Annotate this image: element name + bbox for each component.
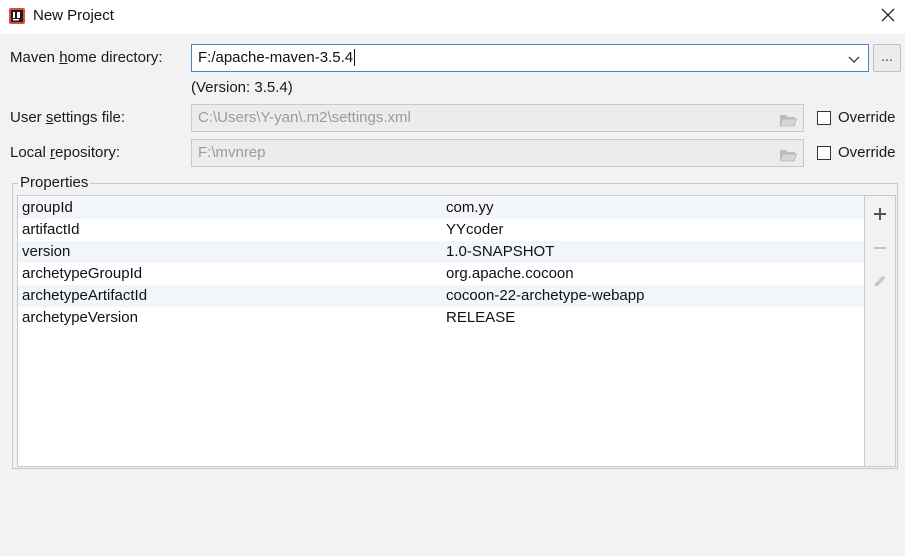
folder-icon[interactable] bbox=[779, 146, 797, 162]
window-title: New Project bbox=[33, 7, 114, 24]
maven-home-value: F:/apache-maven-3.5.4 bbox=[198, 49, 354, 66]
override-repository-checkbox[interactable] bbox=[817, 146, 831, 160]
folder-icon[interactable] bbox=[779, 111, 797, 127]
properties-title: Properties bbox=[18, 174, 91, 191]
property-value: RELEASE bbox=[446, 309, 516, 326]
property-key: groupId bbox=[22, 199, 73, 216]
property-key: archetypeArtifactId bbox=[22, 287, 148, 304]
table-row[interactable]: archetypeVersion RELEASE bbox=[18, 307, 864, 329]
table-row[interactable]: archetypeArtifactId cocoon-22-archetype-… bbox=[18, 285, 864, 307]
property-key: version bbox=[22, 243, 71, 260]
minus-icon[interactable] bbox=[872, 240, 888, 256]
maven-home-combobox[interactable]: F:/apache-maven-3.5.4 bbox=[191, 44, 869, 72]
table-row[interactable]: archetypeGroupId org.apache.cocoon bbox=[18, 263, 864, 285]
user-settings-field[interactable]: C:\Users\Y-yan\.m2\settings.xml bbox=[191, 104, 804, 132]
pencil-icon[interactable] bbox=[872, 273, 888, 289]
close-icon bbox=[881, 8, 895, 26]
user-settings-value: C:\Users\Y-yan\.m2\settings.xml bbox=[198, 109, 411, 126]
override-settings-checkbox[interactable] bbox=[817, 111, 831, 125]
browse-maven-home-button[interactable]: ... bbox=[873, 44, 901, 72]
chevron-down-icon[interactable] bbox=[846, 50, 862, 66]
property-key: archetypeGroupId bbox=[22, 265, 143, 282]
properties-table[interactable]: groupId com.yy artifactId YYcoder versio… bbox=[17, 195, 865, 467]
table-row[interactable]: groupId com.yy bbox=[18, 197, 864, 219]
title-bar: New Project bbox=[0, 0, 905, 34]
property-value: 1.0-SNAPSHOT bbox=[446, 243, 555, 260]
properties-toolbar bbox=[865, 195, 896, 467]
user-settings-label: User settings file: bbox=[10, 109, 126, 126]
override-repository-label: Override bbox=[838, 144, 896, 161]
property-value: com.yy bbox=[446, 199, 494, 216]
maven-home-label: Maven home directory: bbox=[10, 49, 163, 66]
maven-version-note: (Version: 3.5.4) bbox=[191, 79, 293, 96]
table-row[interactable]: artifactId YYcoder bbox=[18, 219, 864, 241]
property-key: artifactId bbox=[22, 221, 80, 238]
property-value: cocoon-22-archetype-webapp bbox=[446, 287, 645, 304]
local-repository-value: F:\mvnrep bbox=[198, 144, 266, 161]
local-repository-field[interactable]: F:\mvnrep bbox=[191, 139, 804, 167]
property-value: YYcoder bbox=[446, 221, 504, 238]
plus-icon[interactable] bbox=[872, 206, 888, 222]
property-key: archetypeVersion bbox=[22, 309, 138, 326]
property-value: org.apache.cocoon bbox=[446, 265, 574, 282]
table-row[interactable]: version 1.0-SNAPSHOT bbox=[18, 241, 864, 263]
intellij-idea-icon bbox=[9, 8, 25, 24]
local-repository-label: Local repository: bbox=[10, 144, 121, 161]
close-button[interactable] bbox=[871, 0, 905, 34]
override-settings-label: Override bbox=[838, 109, 896, 126]
